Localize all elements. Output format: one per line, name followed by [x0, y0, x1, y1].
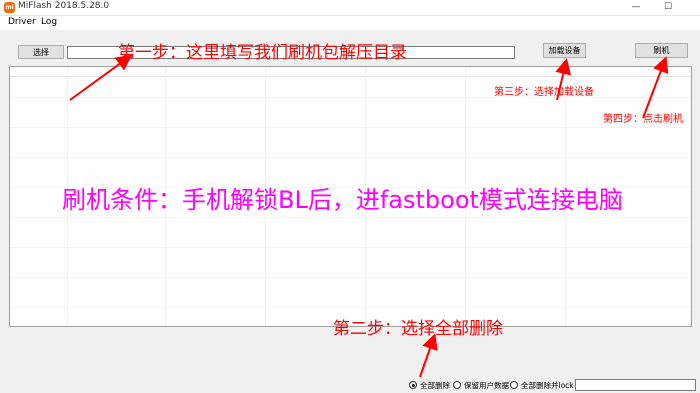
radio-label-clean-all: 全部删除 — [420, 381, 450, 390]
annotation-arrows — [69, 54, 669, 378]
radio-save-user-data[interactable] — [453, 381, 461, 389]
arrow-step4 — [642, 56, 669, 119]
arrow-step3 — [555, 58, 572, 101]
radio-label-clean-all-lock: 全部删除并lock — [521, 381, 574, 390]
status-field[interactable] — [575, 379, 696, 391]
radio-label-save-user-data: 保留用户数据 — [464, 381, 509, 390]
radio-clean-all[interactable] — [409, 381, 417, 389]
radio-clean-all-lock[interactable] — [510, 381, 518, 389]
arrow-step1 — [69, 54, 133, 101]
arrow-step2 — [419, 333, 438, 378]
